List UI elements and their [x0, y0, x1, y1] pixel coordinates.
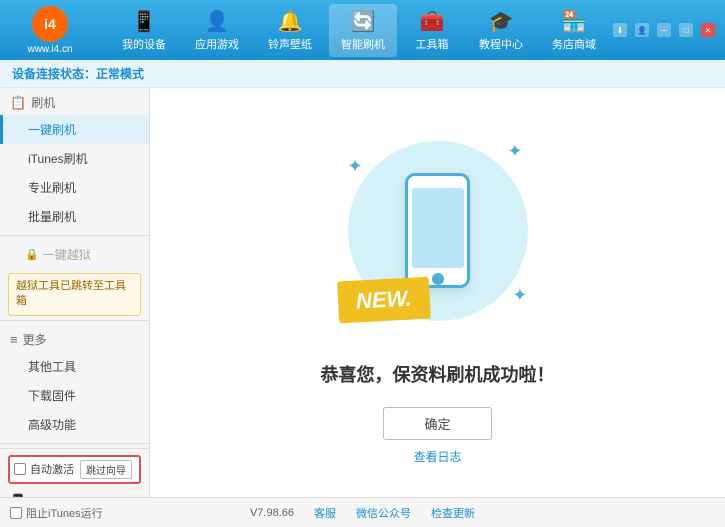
sidebar-item-download-fw[interactable]: 下载固件 [0, 381, 149, 410]
connection-status-prefix: 设备连接状态： [12, 65, 96, 82]
ringtone-icon: 🔔 [278, 9, 303, 34]
sparkle-icon-3: ✦ [512, 285, 527, 306]
skip-guide-btn[interactable]: 跳过向导 [80, 460, 132, 479]
sidebar-divider-2 [0, 320, 149, 321]
auto-activate-row: 自动激活 跳过向导 [8, 455, 141, 484]
nav-toolbox-label: 工具箱 [416, 36, 449, 52]
sidebar-item-one-key-flash[interactable]: 一键刷机 [0, 115, 149, 144]
confirm-button[interactable]: 确定 [383, 407, 491, 440]
more-section-label: 更多 [23, 331, 47, 348]
phone-screen [412, 188, 464, 268]
sidebar-item-jailbreak-disabled: 🔒 一键越狱 [0, 240, 149, 269]
jailbreak-notice: 越狱工具已跳转至工具箱 [8, 273, 141, 316]
flash-section-icon: 📋 [10, 95, 26, 111]
itunes-check: 阻止iTunes运行 [10, 505, 103, 521]
nav-service[interactable]: 🏪 务店商域 [540, 4, 608, 57]
toolbox-icon: 🧰 [420, 9, 445, 34]
nav-my-device[interactable]: 📱 我的设备 [110, 4, 178, 57]
lock-icon: 🔒 [25, 248, 39, 261]
nav-toolbox[interactable]: 🧰 工具箱 [402, 4, 462, 57]
nav-apps-games[interactable]: 👤 应用游戏 [183, 4, 251, 57]
download-btn[interactable]: ⬇ [613, 23, 627, 37]
content-area: NEW. ✦ ✦ ✦ 恭喜您，保资料刷机成功啦！ 确定 查看日志 [150, 88, 725, 497]
apps-games-icon: 👤 [205, 9, 230, 34]
view-log-link[interactable]: 查看日志 [413, 448, 461, 465]
success-message: 恭喜您，保资料刷机成功啦！ [321, 361, 555, 387]
sidebar-item-pro-flash[interactable]: 专业刷机 [0, 173, 149, 202]
itunes-checkbox[interactable] [10, 507, 22, 519]
connection-status-value: 正常模式 [96, 65, 144, 82]
sidebar-divider-3 [0, 443, 149, 444]
phone-illustration: NEW. ✦ ✦ ✦ [328, 121, 548, 341]
sidebar-more-section[interactable]: ≡ 更多 [0, 325, 149, 352]
auto-activate-label: 自动激活 [30, 461, 74, 477]
logo-icon: i4 [32, 6, 68, 42]
logo-subtitle: www.i4.cn [27, 44, 72, 55]
footer-help-link[interactable]: 客服 [314, 505, 336, 521]
nav-tutorials-label: 教程中心 [479, 36, 523, 52]
footer-center: V7.98.66 客服 微信公众号 检查更新 [10, 505, 715, 521]
nav-smart-flash-label: 智能刷机 [341, 36, 385, 52]
sub-header: 设备连接状态： 正常模式 [0, 60, 725, 88]
account-btn[interactable]: 👤 [635, 23, 649, 37]
device-panel: 自动激活 跳过向导 📱 iPhone 15 Pro Max 512GB iPho… [0, 448, 149, 497]
phone-home-button [432, 273, 444, 285]
footer-wechat-link[interactable]: 微信公众号 [356, 505, 411, 521]
nav-smart-flash[interactable]: 🔄 智能刷机 [329, 4, 397, 57]
close-btn[interactable]: ✕ [701, 23, 715, 37]
my-device-icon: 📱 [132, 9, 157, 34]
footer-bar: 阻止iTunes运行 V7.98.66 客服 微信公众号 检查更新 [0, 497, 725, 527]
new-badge: NEW. [336, 276, 430, 323]
itunes-label: 阻止iTunes运行 [26, 505, 103, 521]
footer-version: V7.98.66 [250, 507, 294, 519]
sidebar-item-batch-flash[interactable]: 批量刷机 [0, 202, 149, 231]
nav-service-label: 务店商域 [552, 36, 596, 52]
maximize-btn[interactable]: □ [679, 23, 693, 37]
auto-activate-checkbox[interactable] [14, 463, 26, 475]
nav-tutorials[interactable]: 🎓 教程中心 [467, 4, 535, 57]
sparkle-icon-2: ✦ [348, 156, 363, 177]
more-section-icon: ≡ [10, 332, 18, 347]
sidebar: 📋 刷机 一键刷机 iTunes刷机 专业刷机 批量刷机 🔒 一键越狱 越狱工具… [0, 88, 150, 497]
sparkle-icon-1: ✦ [507, 141, 522, 162]
logo-area: i4 www.i4.cn [10, 6, 90, 55]
sidebar-item-other-tools[interactable]: 其他工具 [0, 352, 149, 381]
sidebar-divider-1 [0, 235, 149, 236]
flash-section-label: 刷机 [31, 94, 55, 111]
nav-ringtone[interactable]: 🔔 铃声壁纸 [256, 4, 324, 57]
header-right: ⬇ 👤 － □ ✕ [613, 23, 715, 37]
nav-apps-games-label: 应用游戏 [195, 36, 239, 52]
sidebar-item-advanced[interactable]: 高级功能 [0, 410, 149, 439]
nav-my-device-label: 我的设备 [122, 36, 166, 52]
device-info: 📱 iPhone 15 Pro Max [8, 490, 141, 497]
sidebar-item-itunes-flash[interactable]: iTunes刷机 [0, 144, 149, 173]
smart-flash-icon: 🔄 [351, 9, 376, 34]
minimize-btn[interactable]: － [657, 23, 671, 37]
tutorials-icon: 🎓 [489, 9, 514, 34]
footer-update-link[interactable]: 检查更新 [431, 505, 475, 521]
main-layout: 📋 刷机 一键刷机 iTunes刷机 专业刷机 批量刷机 🔒 一键越狱 越狱工具… [0, 88, 725, 497]
nav-ringtone-label: 铃声壁纸 [268, 36, 312, 52]
service-icon: 🏪 [562, 9, 587, 34]
phone-body [405, 173, 470, 288]
footer-left: 阻止iTunes运行 [10, 505, 103, 521]
app-header: i4 www.i4.cn 📱 我的设备 👤 应用游戏 🔔 铃声壁纸 🔄 智能刷机… [0, 0, 725, 60]
nav-bar: 📱 我的设备 👤 应用游戏 🔔 铃声壁纸 🔄 智能刷机 🧰 工具箱 🎓 教程中心… [105, 4, 613, 57]
sidebar-flash-section[interactable]: 📋 刷机 [0, 88, 149, 115]
